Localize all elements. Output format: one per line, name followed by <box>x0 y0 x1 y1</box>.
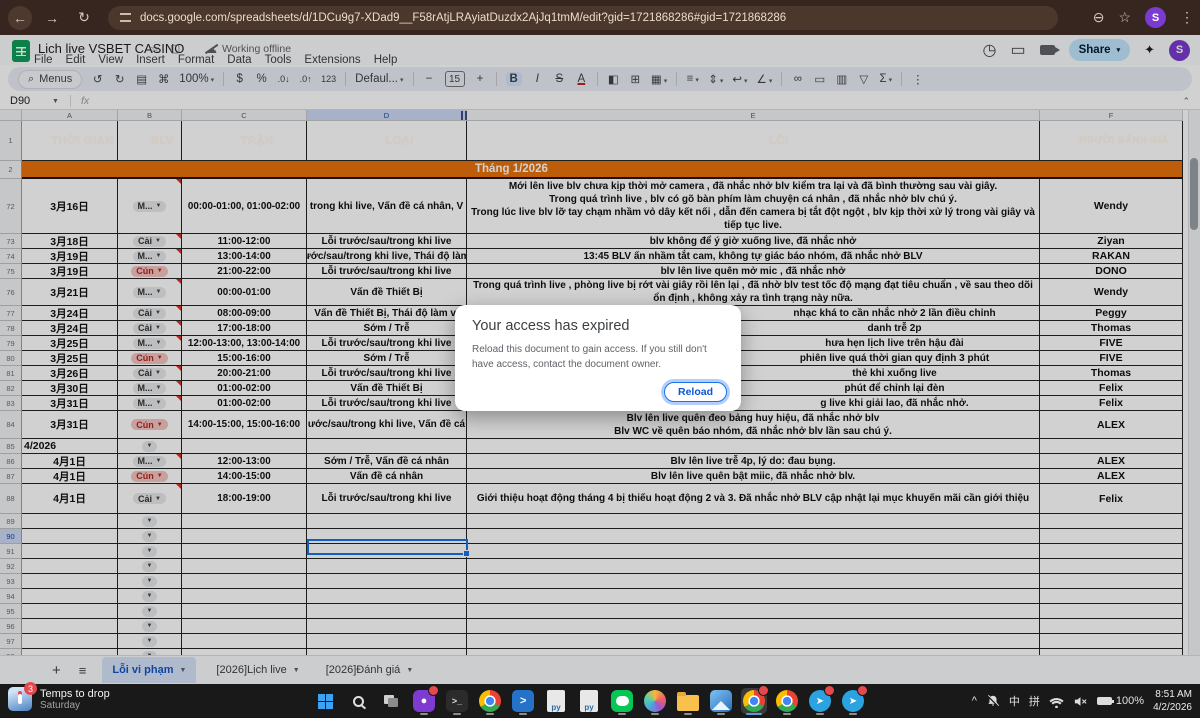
hidden-icons-chevron[interactable]: ^ <box>972 695 977 707</box>
bookmark-star-icon[interactable]: ☆ <box>1118 9 1131 26</box>
ime-language-indicator[interactable]: 中 <box>1009 693 1020 709</box>
telegram-icon-2[interactable]: ➤ <box>840 688 866 714</box>
site-info-icon[interactable] <box>120 13 131 22</box>
notification-badge <box>857 685 868 696</box>
clock[interactable]: 8:51 AM 4/2/2026 <box>1153 688 1192 714</box>
line-app-icon[interactable] <box>609 688 635 714</box>
weather-title: Temps to drop <box>40 688 110 700</box>
notifications-muted-icon[interactable] <box>986 694 1000 708</box>
ime-mode-indicator[interactable]: 拼 <box>1029 693 1040 709</box>
address-bar[interactable]: docs.google.com/spreadsheets/d/1DCu9g7-X… <box>108 6 1058 30</box>
browser-profile-avatar[interactable]: S <box>1145 7 1166 28</box>
powershell-icon[interactable]: > <box>510 688 536 714</box>
copilot-icon[interactable] <box>642 688 668 714</box>
telegram-icon[interactable]: ➤ <box>807 688 833 714</box>
browser-forward-button[interactable]: → <box>40 6 64 30</box>
browser-refresh-button[interactable]: ↻ <box>72 6 96 30</box>
weather-subtitle: Saturday <box>40 700 110 711</box>
zoom-out-icon[interactable]: ⊖ <box>1093 9 1105 26</box>
task-view-icon[interactable] <box>378 688 404 714</box>
dialog-body-text: Reload this document to gain access. If … <box>472 343 724 372</box>
photos-app-icon[interactable] <box>708 688 734 714</box>
notification-badge <box>428 685 439 696</box>
weather-badge: 3 <box>24 682 37 695</box>
dialog-title: Your access has expired <box>472 318 629 334</box>
time-label: 8:51 AM <box>1153 688 1192 701</box>
wifi-icon[interactable] <box>1049 695 1064 708</box>
reload-button[interactable]: Reload <box>664 382 727 402</box>
chrome-active-icon[interactable] <box>741 688 767 714</box>
battery-percent: 100% <box>1116 695 1144 707</box>
access-expired-dialog: Your access has expired Reload this docu… <box>455 305 741 411</box>
python-file-icon-2[interactable]: py <box>576 688 602 714</box>
chat-app-icon[interactable]: ● <box>411 688 437 714</box>
notification-badge <box>758 685 769 696</box>
browser-back-button[interactable]: ← <box>8 6 32 30</box>
battery-icon <box>1097 697 1112 705</box>
weather-icon: 3 <box>8 687 32 711</box>
file-explorer-icon[interactable] <box>675 688 701 714</box>
chrome-icon[interactable] <box>774 688 800 714</box>
chrome-profile-icon[interactable] <box>477 688 503 714</box>
battery-indicator[interactable]: 100% <box>1097 695 1144 707</box>
windows-taskbar: 3 Temps to drop Saturday ● >_ > py py ➤ … <box>0 684 1200 718</box>
notification-badge <box>824 685 835 696</box>
terminal-icon[interactable]: >_ <box>444 688 470 714</box>
taskbar-search-icon[interactable] <box>345 688 371 714</box>
browser-toolbar: ← → ↻ docs.google.com/spreadsheets/d/1DC… <box>0 0 1200 35</box>
weather-widget[interactable]: 3 Temps to drop Saturday <box>8 687 110 711</box>
browser-menu-icon[interactable]: ⋮ <box>1180 9 1194 26</box>
volume-muted-icon[interactable] <box>1073 695 1088 708</box>
date-label: 4/2/2026 <box>1153 701 1192 714</box>
start-button[interactable] <box>312 688 338 714</box>
screen: ← → ↻ docs.google.com/spreadsheets/d/1DC… <box>0 0 1200 718</box>
python-file-icon[interactable]: py <box>543 688 569 714</box>
url-text: docs.google.com/spreadsheets/d/1DCu9g7-X… <box>140 12 786 24</box>
